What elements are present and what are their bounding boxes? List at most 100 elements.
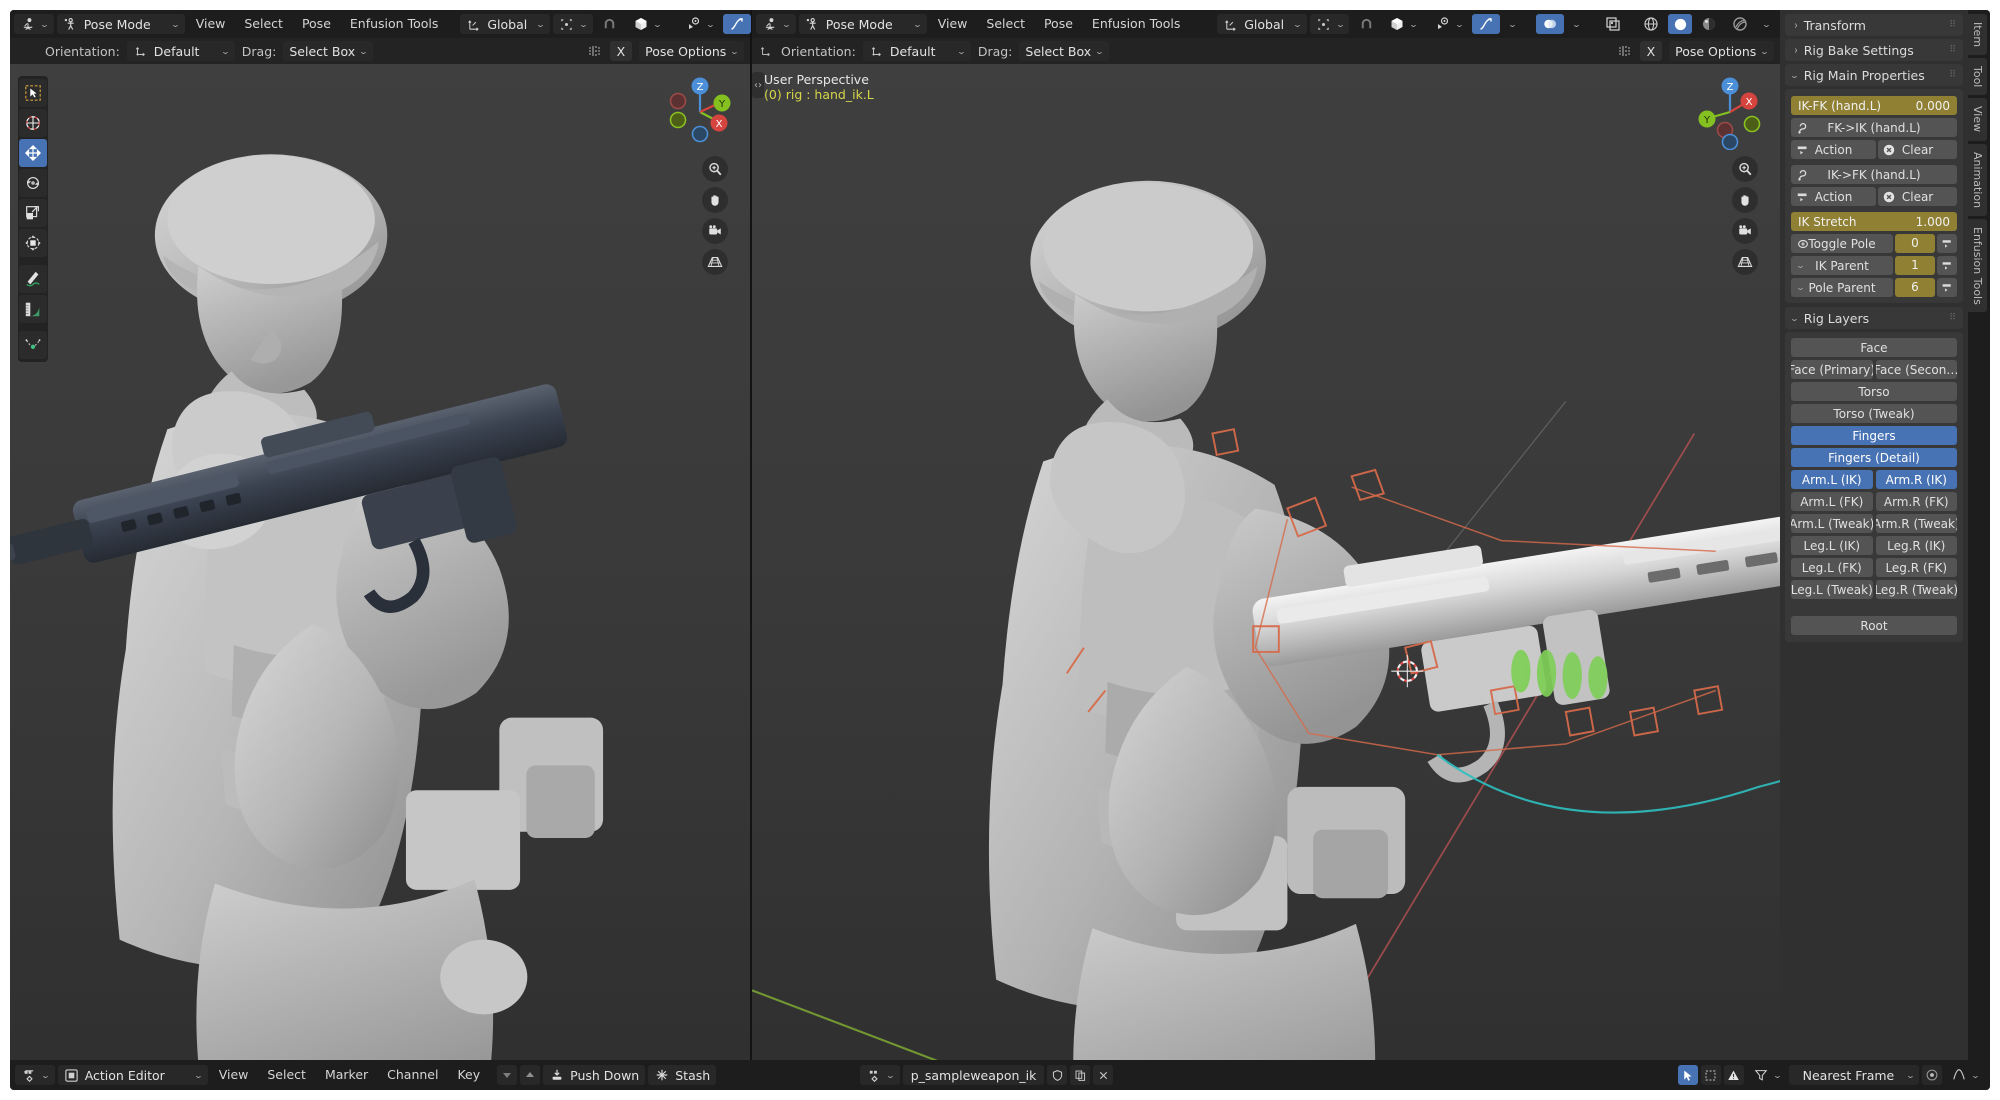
tab-enfusion-tools[interactable]: Enfusion Tools: [1968, 218, 1987, 313]
pole-parent-dropdown[interactable]: ⌄ Pole Parent: [1791, 278, 1893, 297]
right-viewport-canvas[interactable]: User Perspective (0) rig : hand_ik.L ‹› …: [752, 64, 1780, 1060]
rig-layer-root[interactable]: Root: [1791, 616, 1957, 635]
xray-toggle-right[interactable]: [1535, 14, 1564, 34]
fk-to-ik-button[interactable]: FK->IK (hand.L): [1791, 118, 1957, 137]
zoom-icon[interactable]: [1732, 156, 1758, 182]
proportional-falloff-dopesheet[interactable]: ⌄: [1945, 1065, 1985, 1085]
falloff-right[interactable]: [1471, 14, 1500, 34]
rig-layer-leg-r-ik[interactable]: Leg.R (IK): [1875, 536, 1957, 555]
filter-dropdown[interactable]: ⌄: [1747, 1065, 1787, 1085]
mode-selector-left[interactable]: Pose Mode ⌄: [56, 14, 185, 34]
up-triangle-icon[interactable]: [520, 1065, 541, 1085]
shading-dropdown-right[interactable]: ⌄: [1757, 14, 1776, 34]
tab-animation[interactable]: Animation: [1968, 143, 1987, 216]
left-navigation-gizmo[interactable]: Z Y X: [662, 74, 738, 150]
rig-layer-face-secondary[interactable]: Face (Secon…: [1875, 360, 1957, 379]
orientation-dropdown-left[interactable]: Default ⌄: [126, 41, 235, 61]
warning-icon[interactable]: [1723, 1065, 1744, 1085]
rig-layer-face[interactable]: Face: [1791, 338, 1957, 357]
x-axis-mirror-left[interactable]: X: [609, 41, 633, 61]
fk-to-ik-action-button[interactable]: Action: [1791, 140, 1877, 159]
action-name-field[interactable]: p_sampleweapon_ik: [902, 1065, 1045, 1085]
falloff-left[interactable]: [723, 14, 752, 34]
ik-parent-keyframe-button[interactable]: [1937, 256, 1957, 275]
menu-select-right[interactable]: Select: [978, 14, 1033, 34]
panel-header-rig-layers[interactable]: ⌄ Rig Layers ⠿: [1785, 307, 1963, 329]
shading-wireframe-right[interactable]: [1637, 14, 1665, 34]
pose-options-right[interactable]: Pose Options ⌄: [1669, 41, 1774, 61]
transform-tool[interactable]: [19, 229, 47, 257]
open-toolbar-arrow[interactable]: ‹›: [752, 72, 765, 98]
panel-header-rig-main-properties[interactable]: ⌄ Rig Main Properties ⠿: [1785, 64, 1963, 86]
pose-options-left[interactable]: Pose Options ⌄: [639, 41, 745, 61]
pivot-point-left[interactable]: ⌄: [552, 14, 593, 34]
rig-layer-fingers[interactable]: Fingers: [1791, 426, 1957, 445]
rig-layer-leg-l-ik[interactable]: Leg.L (IK): [1791, 536, 1873, 555]
transform-orientation-right[interactable]: Global ⌄: [1217, 14, 1307, 34]
tweak-tool[interactable]: [19, 79, 47, 107]
rig-layer-arm-l-ik[interactable]: Arm.L (IK): [1791, 470, 1873, 489]
perspective-grid-icon[interactable]: [702, 249, 729, 275]
select-arrow-icon[interactable]: [1677, 1065, 1698, 1085]
menu-channel-dopesheet[interactable]: Channel: [379, 1065, 446, 1085]
menu-pose-left[interactable]: Pose: [294, 14, 339, 34]
fk-to-ik-clear-button[interactable]: Clear: [1878, 140, 1958, 159]
ik-parent-value[interactable]: 1: [1895, 256, 1935, 275]
menu-pose-right[interactable]: Pose: [1036, 14, 1081, 34]
camera-icon[interactable]: [1732, 218, 1758, 244]
menu-enfusion-tools-right[interactable]: Enfusion Tools: [1084, 14, 1188, 34]
pose-mirror-icon[interactable]: [587, 43, 603, 59]
box-select-icon[interactable]: [1700, 1065, 1721, 1085]
rig-layer-fingers-detail[interactable]: Fingers (Detail): [1791, 448, 1957, 467]
breakdowner-tool[interactable]: [19, 331, 47, 359]
rig-layer-torso-tweak[interactable]: Torso (Tweak): [1791, 404, 1957, 423]
rig-layer-arm-r-ik[interactable]: Arm.R (IK): [1875, 470, 1957, 489]
drag-dots-icon[interactable]: ⠿: [1949, 45, 1957, 55]
stash-button[interactable]: Stash: [648, 1065, 717, 1085]
ik-stretch-slider[interactable]: IK Stretch 1.000: [1791, 212, 1957, 231]
rig-layer-torso[interactable]: Torso: [1791, 382, 1957, 401]
auto-snap-dropdown[interactable]: Nearest Frame ⌄: [1789, 1065, 1920, 1085]
snap-toggle-right[interactable]: [1352, 14, 1380, 34]
tab-tool[interactable]: Tool: [1968, 58, 1987, 96]
push-down-button[interactable]: Push Down: [543, 1065, 646, 1085]
drag-dots-icon[interactable]: ⠿: [1949, 313, 1957, 323]
shield-icon[interactable]: [1047, 1065, 1068, 1085]
left-viewport-canvas[interactable]: Z Y X: [10, 64, 751, 1060]
shading-rendered-right[interactable]: [1726, 14, 1754, 34]
ikfk-slider[interactable]: IK-FK (hand.L) 0.000: [1791, 96, 1957, 115]
tab-item[interactable]: Item: [1968, 14, 1987, 56]
rotate-tool[interactable]: [19, 169, 47, 197]
auto-snap-icon[interactable]: [1922, 1065, 1943, 1085]
pivot-point-right[interactable]: ⌄: [1309, 14, 1350, 34]
shading-solid-right[interactable]: [1668, 14, 1693, 34]
drag-dropdown-left[interactable]: Select Box ⌄: [283, 41, 373, 61]
overlays-toggle-right[interactable]: [1599, 14, 1627, 34]
editor-type-selector-left[interactable]: ⌄: [14, 14, 54, 34]
copy-icon[interactable]: [1070, 1065, 1091, 1085]
rig-layer-leg-r-tweak[interactable]: Leg.R (Tweak): [1875, 580, 1957, 599]
pan-hand-icon[interactable]: [1732, 187, 1758, 213]
snap-target-left[interactable]: ⌄: [627, 14, 667, 34]
editor-type-selector-right[interactable]: ⌄: [756, 14, 796, 34]
toggle-pole-button[interactable]: Toggle Pole: [1791, 234, 1893, 253]
drag-dots-icon[interactable]: ⠿: [1949, 70, 1957, 80]
rig-layer-leg-l-fk[interactable]: Leg.L (FK): [1791, 558, 1873, 577]
action-datablock-type[interactable]: ⌄: [860, 1065, 900, 1085]
panel-header-transform[interactable]: ⌄ Transform ⠿: [1785, 14, 1963, 36]
transform-orientation-left[interactable]: Global ⌄: [460, 14, 550, 34]
drag-dropdown-right[interactable]: Select Box ⌄: [1019, 41, 1109, 61]
menu-key-dopesheet[interactable]: Key: [449, 1065, 488, 1085]
x-axis-mirror-right[interactable]: X: [1639, 41, 1663, 61]
rig-layer-arm-r-fk[interactable]: Arm.R (FK): [1875, 492, 1957, 511]
rig-layer-arm-r-tweak[interactable]: Arm.R (Tweak): [1875, 514, 1957, 533]
rig-layer-leg-l-tweak[interactable]: Leg.L (Tweak): [1791, 580, 1873, 599]
falloff-dropdown-right[interactable]: ⌄: [1503, 14, 1522, 34]
toggle-pole-value[interactable]: 0: [1895, 234, 1935, 253]
rig-layer-arm-l-fk[interactable]: Arm.L (FK): [1791, 492, 1873, 511]
rig-layer-face-primary[interactable]: Face (Primary): [1791, 360, 1873, 379]
xray-dropdown-right[interactable]: ⌄: [1567, 14, 1586, 34]
ik-to-fk-clear-button[interactable]: Clear: [1878, 187, 1958, 206]
shading-material-right[interactable]: [1695, 14, 1723, 34]
right-navigation-gizmo[interactable]: Z Y X: [1692, 74, 1768, 151]
